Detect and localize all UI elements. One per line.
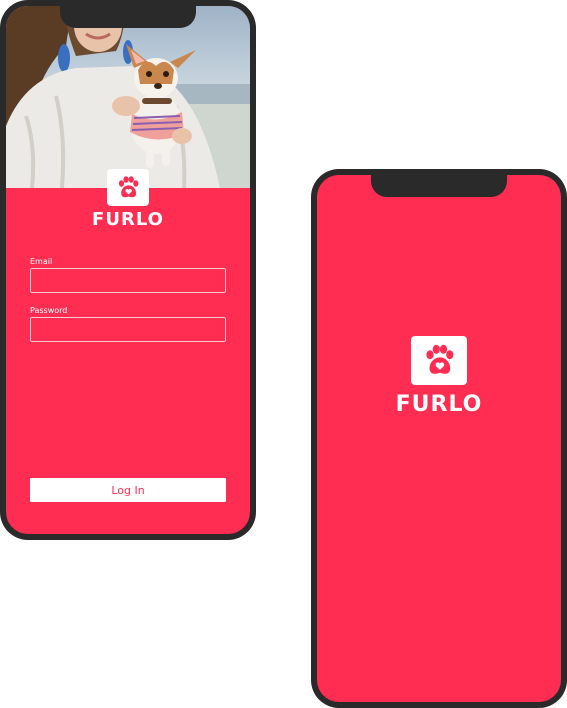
paw-heart-icon: [426, 344, 454, 374]
phone-notch: [60, 6, 196, 28]
phone-notch: [371, 175, 507, 197]
logo-badge: [411, 336, 467, 385]
brand-name: FURLO: [395, 392, 483, 417]
email-label: Email: [30, 257, 53, 266]
password-field[interactable]: [30, 317, 226, 342]
login-screen: FURLO Email Password Log In: [6, 6, 250, 534]
mockup-stage: FURLO Email Password Log In FURLO: [0, 0, 567, 708]
password-label: Password: [30, 306, 68, 315]
login-phone-frame: FURLO Email Password Log In: [0, 0, 256, 540]
woman-with-dog-illustration: [6, 6, 250, 188]
paw-heart-icon: [118, 175, 139, 197]
splash-phone-frame: FURLO: [311, 169, 567, 708]
splash-screen: FURLO: [317, 175, 561, 702]
email-field[interactable]: [30, 268, 226, 293]
brand-name: FURLO: [92, 209, 164, 230]
logo-badge: [107, 169, 149, 206]
hero-photo: [6, 6, 250, 188]
log-in-button[interactable]: Log In: [30, 478, 226, 502]
